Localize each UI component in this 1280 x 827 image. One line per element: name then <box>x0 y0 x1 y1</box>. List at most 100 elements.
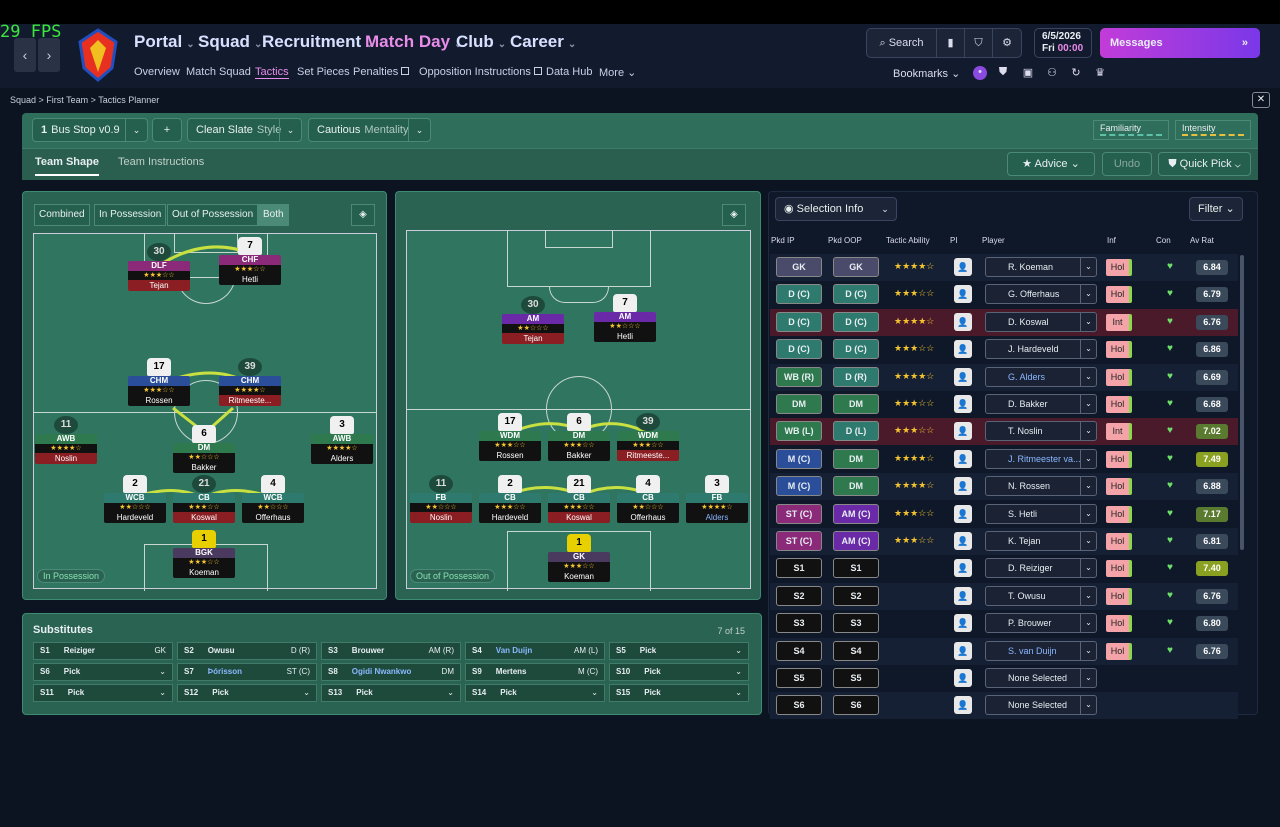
picked-ip[interactable]: DM <box>776 394 822 414</box>
sub-slot[interactable]: S4 Van Duijn AM (L) <box>465 642 605 660</box>
table-row[interactable]: WB (R) D (R) ★★★★☆ 👤 G. Alders ⌄ Hol ♥ 6.69 <box>770 363 1238 391</box>
mentality-select[interactable]: Cautious Mentality ⌄ <box>308 118 431 142</box>
player-card[interactable]: 6 DM ★★☆☆☆ Bakker <box>173 425 235 473</box>
player-instructions-icon[interactable]: 👤 <box>954 504 972 523</box>
player-instructions-icon[interactable]: 👤 <box>954 312 972 331</box>
player-instructions-icon[interactable]: 👤 <box>954 395 972 413</box>
table-row[interactable]: S5 S5 👤 None Selected ⌄ <box>770 665 1238 692</box>
player-select[interactable]: K. Tejan ⌄ <box>985 531 1097 551</box>
back-button[interactable]: ‹ <box>14 38 36 72</box>
nav-recruitment[interactable]: Recruitment ⌄ <box>262 32 374 52</box>
picked-ip[interactable]: D (C) <box>776 339 822 360</box>
player-card[interactable]: 2 WCB ★★☆☆☆ Hardeveld <box>104 475 166 523</box>
table-row[interactable]: M (C) DM ★★★★☆ 👤 N. Rossen ⌄ Hol ♥ 6.88 <box>770 473 1238 501</box>
picked-oop[interactable]: S6 <box>833 695 879 716</box>
tactic-select[interactable]: 1 Bus Stop v0.9 ⌄ <box>32 118 148 142</box>
selection-info-dropdown[interactable]: ◉ Selection Info ⌄ <box>775 197 897 221</box>
picked-oop[interactable]: D (C) <box>833 311 879 332</box>
close-icon[interactable]: ✕ <box>1252 92 1270 108</box>
picked-ip[interactable]: M (C) <box>776 476 822 497</box>
subnav-data-hub[interactable]: Data Hub <box>546 66 592 78</box>
header-player[interactable]: Player <box>982 236 1005 245</box>
sub-slot[interactable]: S9 Mertens M (C) <box>465 663 605 681</box>
player-card[interactable]: 7 AM ★★☆☆☆ Hetli <box>594 294 656 342</box>
picked-oop[interactable]: S5 <box>833 668 879 688</box>
subnav-opposition-instructions[interactable]: Opposition Instructions <box>419 66 542 78</box>
player-card[interactable]: 3 AWB ★★★★☆ Alders <box>311 416 373 464</box>
forward-button[interactable]: › <box>38 38 60 72</box>
header-pi[interactable]: PI <box>950 236 958 245</box>
picked-oop[interactable]: DM <box>833 448 879 469</box>
sub-slot[interactable]: S5 Pick ⌄ <box>609 642 749 660</box>
sub-slot[interactable]: S7 Þórisson ST (C) <box>177 663 317 681</box>
sub-slot[interactable]: S3 Brouwer AM (R) <box>321 642 461 660</box>
player-select[interactable]: T. Noslin ⌄ <box>985 421 1097 442</box>
picked-ip[interactable]: S2 <box>776 585 822 606</box>
header-pkd-oop[interactable]: Pkd OOP <box>828 236 862 245</box>
undo-button[interactable]: Undo <box>1102 152 1152 176</box>
shirt-icon[interactable]: ⛊ <box>996 66 1010 80</box>
filter-button[interactable]: Filter ⌄ <box>1189 197 1243 221</box>
player-instructions-icon[interactable]: 👤 <box>954 614 972 633</box>
header-av-rat[interactable]: Av Rat <box>1190 236 1214 245</box>
picked-oop[interactable]: D (C) <box>833 284 879 305</box>
player-select[interactable]: G. Offerhaus ⌄ <box>985 284 1097 305</box>
player-instructions-icon[interactable]: 👤 <box>954 559 972 578</box>
refresh-icon[interactable]: ↻ <box>1069 66 1083 80</box>
table-row[interactable]: S3 S3 👤 P. Brouwer ⌄ Hol ♥ 6.80 <box>770 610 1238 637</box>
picked-ip[interactable]: ST (C) <box>776 531 822 551</box>
header-tactic-ability[interactable]: Tactic Ability <box>886 236 930 245</box>
phase-in-possession-button[interactable]: In Possession <box>94 204 167 226</box>
style-select[interactable]: Clean Slate Style ⌄ <box>187 118 302 142</box>
player-select[interactable]: None Selected ⌄ <box>985 695 1097 716</box>
header-inf[interactable]: Inf <box>1107 236 1116 245</box>
add-tactic-button[interactable]: + <box>152 118 182 142</box>
picked-ip[interactable]: WB (R) <box>776 366 822 387</box>
player-select[interactable]: J. Ritmeester va... ⌄ <box>985 448 1097 469</box>
nav-squad[interactable]: Squad ⌄ <box>198 32 262 52</box>
table-row[interactable]: S2 S2 👤 T. Owusu ⌄ Hol ♥ 6.76 <box>770 582 1238 610</box>
picked-ip[interactable]: GK <box>776 257 822 277</box>
table-row[interactable]: WB (L) D (L) ★★★☆☆ 👤 T. Noslin ⌄ Int ♥ 7.02 <box>770 418 1238 446</box>
player-instructions-icon[interactable]: 👤 <box>954 449 972 468</box>
clipboard-icon[interactable]: ▣ <box>1021 66 1035 80</box>
player-select[interactable]: D. Bakker ⌄ <box>985 394 1097 414</box>
player-card[interactable]: 7 CHF ★★★☆☆ Hetli <box>219 237 281 285</box>
sub-slot[interactable]: S1 Reiziger GK <box>33 642 173 660</box>
picked-oop[interactable]: AM (C) <box>833 531 879 551</box>
player-select[interactable]: P. Brouwer ⌄ <box>985 613 1097 634</box>
tab-team-instructions[interactable]: Team Instructions <box>118 156 204 168</box>
bookmark-icon[interactable]: ▮ <box>937 29 965 57</box>
picked-oop[interactable]: D (C) <box>833 339 879 360</box>
subnav-more[interactable]: More ⌄ <box>599 66 636 79</box>
picked-ip[interactable]: M (C) <box>776 448 822 469</box>
subnav-penalties[interactable]: Penalties <box>353 66 410 78</box>
player-card[interactable]: 17 WDM ★★★☆☆ Rossen <box>479 413 541 461</box>
shield-icon[interactable]: ⛉ <box>965 29 993 57</box>
phase-out-of-possession-button[interactable]: Out of Possession <box>167 204 259 226</box>
chat-icon[interactable]: • <box>973 66 987 80</box>
player-card[interactable]: 4 CB ★★☆☆☆ Offerhaus <box>617 475 679 523</box>
people-icon[interactable]: ⚇ <box>1045 66 1059 80</box>
player-select[interactable]: S. van Duijn ⌄ <box>985 640 1097 661</box>
trophy-icon[interactable]: ♛ <box>1093 66 1107 80</box>
player-select[interactable]: R. Koeman ⌄ <box>985 257 1097 277</box>
player-card[interactable]: 11 AWB ★★★★☆ Noslin <box>35 416 97 464</box>
subnav-tactics[interactable]: Tactics <box>255 66 289 79</box>
player-instructions-icon[interactable]: 👤 <box>954 422 972 441</box>
player-card[interactable]: 21 CB ★★★☆☆ Koswal <box>548 475 610 523</box>
player-card[interactable]: 1 GK ★★★☆☆ Koeman <box>548 534 610 582</box>
gear-icon[interactable]: ⚙ <box>993 29 1021 57</box>
subnav-set-pieces[interactable]: Set Pieces <box>297 66 350 78</box>
sub-slot[interactable]: S10 Pick ⌄ <box>609 663 749 681</box>
tab-team-shape[interactable]: Team Shape <box>35 156 99 176</box>
picked-ip[interactable]: S1 <box>776 558 822 579</box>
nav-club[interactable]: Club ⌄ <box>456 32 506 52</box>
table-row[interactable]: DM DM ★★★☆☆ 👤 D. Bakker ⌄ Hol ♥ 6.68 <box>770 391 1238 418</box>
player-card[interactable]: 30 AM ★★☆☆☆ Tejan <box>502 296 564 344</box>
player-card[interactable]: 3 FB ★★★★☆ Alders <box>686 475 748 523</box>
sub-slot[interactable]: S6 Pick ⌄ <box>33 663 173 681</box>
familiarity-meter[interactable]: Familiarity <box>1093 120 1169 140</box>
club-crest-logo[interactable] <box>76 28 120 82</box>
table-row[interactable]: S4 S4 👤 S. van Duijn ⌄ Hol ♥ 6.76 <box>770 637 1238 665</box>
